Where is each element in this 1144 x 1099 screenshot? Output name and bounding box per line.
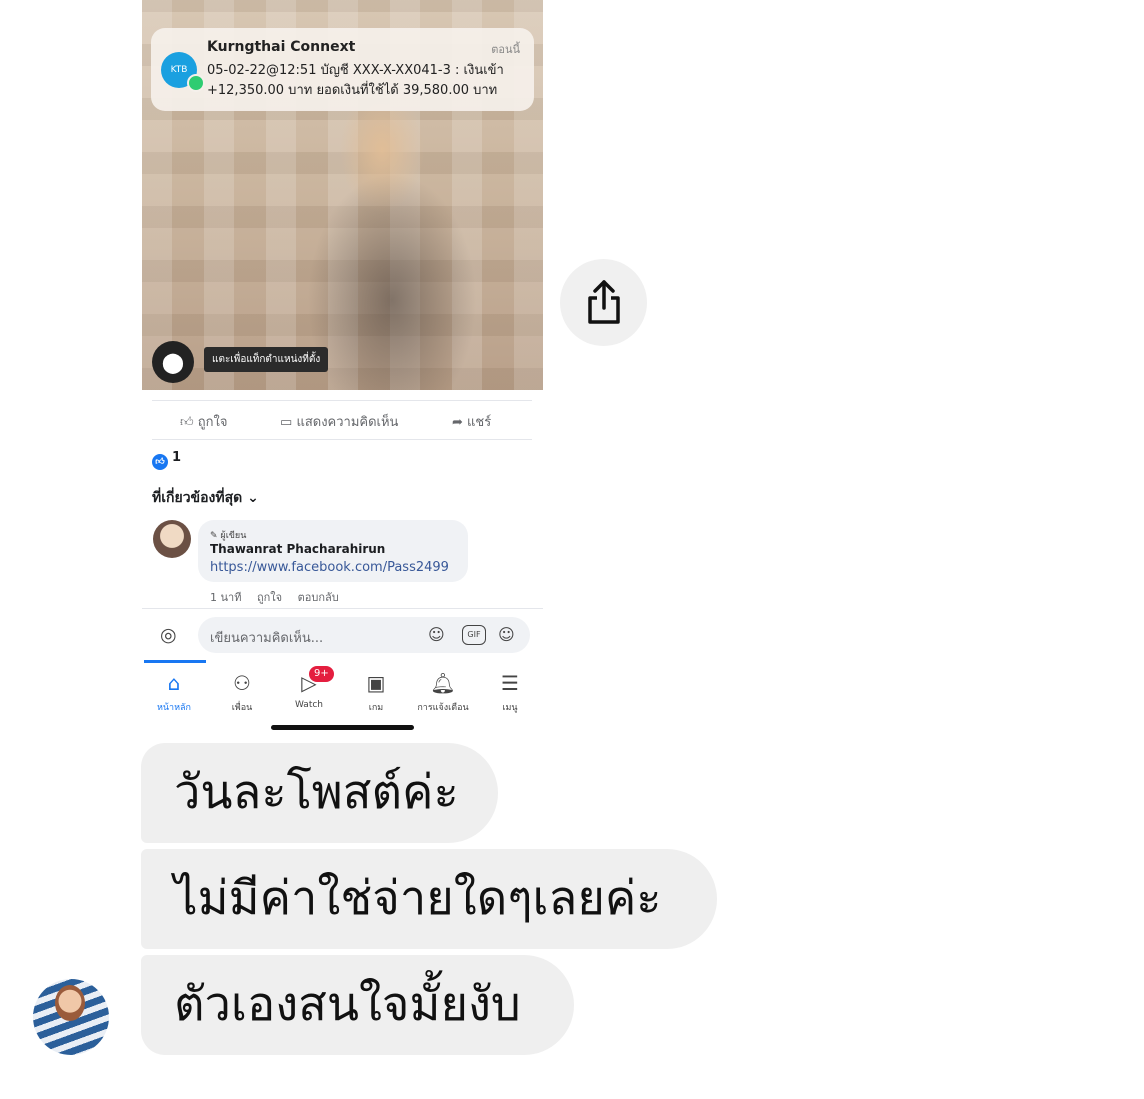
notification-line-1: 05-02-22@12:51 บัญชี XXX-X-XX041-3 : เงิ…: [207, 63, 504, 78]
notification-body: 05-02-22@12:51 บัญชี XXX-X-XX041-3 : เงิ…: [207, 61, 525, 101]
comment-sort-dropdown[interactable]: ที่เกี่ยวข้องที่สุด ⌄: [152, 487, 259, 509]
sort-label: ที่เกี่ยวข้องที่สุด: [152, 490, 243, 506]
home-icon: ⌂: [167, 671, 181, 695]
comment-reply-button[interactable]: ตอบกลับ: [298, 591, 339, 604]
comment-button[interactable]: ▭ แสดงความคิดเห็น: [280, 411, 398, 432]
comment-author[interactable]: Thawanrat Phacharahirun: [210, 542, 385, 556]
author-role-label: ผู้เขียน: [220, 531, 247, 541]
pencil-icon: ✎: [210, 531, 218, 541]
chevron-down-icon: ⌄: [247, 490, 259, 506]
bottom-tab-bar: ⌂ หน้าหลัก ⚇ เพื่อน ▷ 9+ Watch ▣ เกม 🔔︎ …: [142, 660, 543, 720]
comment-placeholder: เขียนความคิดเห็น...: [210, 631, 324, 646]
like-label: ถูกใจ: [197, 415, 228, 430]
message-bubble[interactable]: วันละโพสต์ค่ะ: [141, 743, 498, 843]
like-reaction-icon: 👍︎: [152, 454, 168, 470]
tab-watch-label: Watch: [294, 700, 324, 710]
message-bubble[interactable]: ตัวเองสนใจมั้ยงับ: [141, 955, 574, 1055]
like-count: 1: [172, 450, 182, 465]
comment-bubble: ✎ ผู้เขียน Thawanrat Phacharahirun https…: [198, 520, 468, 582]
bell-icon: 🔔︎: [430, 671, 456, 695]
comment-composer: ◎ เขียนความคิดเห็น... ☺ GIF ☺: [142, 608, 543, 659]
tab-notifications[interactable]: 🔔︎ การแจ้งเตือน: [413, 670, 473, 714]
tab-home-label: หน้าหลัก: [156, 703, 192, 713]
tab-menu[interactable]: ☰ เมนู: [480, 670, 540, 714]
share-icon: [588, 280, 620, 324]
active-tab-indicator: [144, 660, 206, 663]
tab-watch[interactable]: ▷ 9+ Watch: [279, 666, 339, 710]
tab-home[interactable]: ⌂ หน้าหลัก: [144, 670, 204, 714]
comment-meta: 1 นาที ถูกใจ ตอบกลับ: [210, 588, 351, 606]
post-action-bar: 👍︎ ถูกใจ ▭ แสดงความคิดเห็น ➦ แชร์: [152, 400, 532, 440]
share-button[interactable]: [560, 259, 647, 346]
tab-friends-label: เพื่อน: [231, 703, 253, 713]
bank-notification: KTB Kurngthai Connext ตอนนี้ 05-02-22@12…: [151, 28, 534, 111]
location-tooltip: แตะเพื่อแท็กตำแหน่งที่ตั้ง: [204, 347, 329, 372]
notification-line-2: +12,350.00 บาท ยอดเงินที่ใช้ได้ 39,580.0…: [207, 83, 498, 98]
watch-badge: 9+: [309, 666, 334, 682]
sender-avatar[interactable]: [33, 979, 109, 1055]
commenter-avatar[interactable]: [153, 520, 191, 558]
friends-icon: ⚇: [233, 671, 251, 695]
tab-notifications-label: การแจ้งเตือน: [417, 703, 469, 713]
location-pin-icon[interactable]: ⬤: [152, 341, 194, 383]
message-bubble[interactable]: ไม่มีค่าใช่จ่ายใดๆเลยค่ะ: [141, 849, 717, 949]
home-indicator: [271, 725, 414, 730]
tab-gaming-label: เกม: [368, 703, 384, 713]
reaction-count[interactable]: 👍︎ 1: [152, 450, 181, 470]
share-arrow-icon: ➦: [452, 415, 463, 430]
comment-icon: ▭: [280, 415, 293, 430]
tab-gaming[interactable]: ▣ เกม: [346, 670, 406, 714]
tab-menu-label: เมนู: [502, 703, 518, 713]
comment-label: แสดงความคิดเห็น: [296, 415, 399, 430]
comment-time: 1 นาที: [210, 591, 242, 604]
gif-icon[interactable]: GIF: [462, 625, 486, 645]
tab-friends[interactable]: ⚇ เพื่อน: [212, 670, 272, 714]
gaming-icon: ▣: [366, 671, 386, 695]
shared-screenshot[interactable]: KTB Kurngthai Connext ตอนนี้ 05-02-22@12…: [142, 0, 543, 740]
share-label: แชร์: [467, 415, 492, 430]
menu-icon: ☰: [501, 671, 519, 695]
notification-app-name: Kurngthai Connext: [207, 39, 356, 55]
like-button[interactable]: 👍︎ ถูกใจ: [180, 411, 227, 432]
comment-input[interactable]: เขียนความคิดเห็น... ☺ GIF ☺: [198, 617, 530, 653]
notification-time: ตอนนี้: [491, 43, 520, 56]
comment-link[interactable]: https://www.facebook.com/Pass2499: [210, 560, 449, 575]
avatar-sticker-icon[interactable]: ☺: [428, 625, 445, 644]
share-post-button[interactable]: ➦ แชร์: [452, 411, 491, 432]
camera-icon[interactable]: ◎: [160, 624, 177, 646]
thumbs-up-icon: 👍︎: [180, 415, 194, 430]
author-role: ✎ ผู้เขียน: [210, 528, 246, 542]
emoji-icon[interactable]: ☺: [498, 625, 515, 644]
sender-avatar-face: [55, 985, 85, 1021]
chat-badge-icon: [187, 74, 205, 92]
comment-like-button[interactable]: ถูกใจ: [257, 591, 282, 604]
